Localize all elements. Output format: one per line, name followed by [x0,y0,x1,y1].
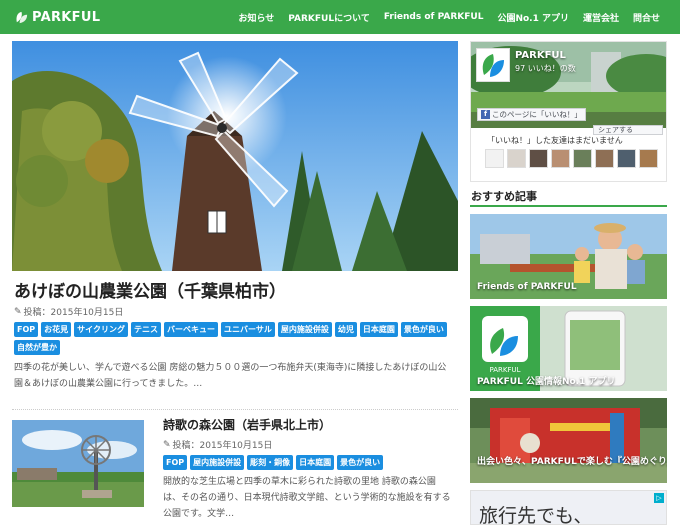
advertisement[interactable]: 旅行先でも、 ▷ [470,490,667,525]
facebook-friends-note: 「いいね！」した友達はまだいません [487,136,623,145]
post-tags: FOP 屋内施設併設 彫刻・銅像 日本庭園 景色が良い [163,455,458,470]
recommended-article[interactable]: Friends of PARKFUL [470,214,667,299]
fan-avatar[interactable] [573,149,592,168]
fan-avatar[interactable] [595,149,614,168]
section-rule [470,205,667,207]
recommended-section-title: おすすめ記事 [471,190,537,203]
featured-image-windmill[interactable] [12,41,458,271]
post-date: ✎ 投稿：2015年10月15日 [163,438,273,452]
facebook-cover-photo[interactable]: PARKFUL 97 いいね！の数 f このページに「いいね！」 [471,42,666,128]
facebook-share-button[interactable]: シェアする [593,125,663,135]
post-thumbnail-shiika[interactable] [12,420,144,507]
nav-item-app[interactable]: 公園No.1 アプリ [497,11,569,24]
tag-indoor[interactable]: 屋内施設併設 [277,322,332,337]
svg-text:PARKFUL: PARKFUL [489,366,520,374]
post-excerpt-line: 四季の花が美しい、学んで遊べる公園 房総の魅力５００選の一つ布施弁天(東海寺)に… [14,363,447,373]
main-nav: お知らせ PARKFULについて Friends of PARKFUL 公園No… [224,0,660,34]
site-logo-text: PARKFUL [32,9,101,25]
fan-avatar[interactable] [529,149,548,168]
fan-avatar[interactable] [485,149,504,168]
nav-item-news[interactable]: お知らせ [238,11,274,24]
post-excerpt-line: は、その名の通り、日本現代詩歌文学館、という学術的な施設を有する [163,493,451,503]
tag-toddler[interactable]: 幼児 [334,322,357,337]
facebook-page-avatar[interactable] [476,48,510,82]
pencil-icon: ✎ [14,306,22,317]
post-excerpt-line: 園＆あけぼの山農業公園に行ってきました。… [14,379,203,389]
site-header: PARKFUL お知らせ PARKFULについて Friends of PARK… [0,0,680,34]
pencil-icon: ✎ [163,439,171,450]
fan-avatar[interactable] [617,149,636,168]
post-excerpt: 開放的な芝生広場と四季の草木に彩られた詩歌の里地 詩歌の森公園 は、その名の通り… [163,474,463,522]
post-title[interactable]: 詩歌の森公園（岩手県北上市） [163,416,331,433]
facebook-f-icon: f [481,110,490,119]
ad-headline: 旅行先でも、 [479,505,593,525]
playground-photo [470,398,667,483]
tag-sculpture[interactable]: 彫刻・銅像 [247,455,294,470]
tag-bbq[interactable]: バーベキュー [163,322,218,337]
facebook-fan-faces [485,149,658,168]
tag-fop[interactable]: FOP [14,322,39,337]
post-excerpt-line: 開放的な芝生広場と四季の草木に彩られた詩歌の里地 詩歌の森公園 [163,477,436,487]
nav-item-about[interactable]: PARKFULについて [288,11,370,24]
fan-avatar[interactable] [551,149,570,168]
recommended-article[interactable]: 出会い色々、PARKFULで楽しむ『公園めぐり』 [470,398,667,483]
tag-japanese-garden[interactable]: 日本庭園 [296,455,335,470]
parkful-logo-icon [482,54,504,77]
tag-universal[interactable]: ユニバーサル [220,322,275,337]
post-date-text: 投稿：2015年10月15日 [23,308,124,318]
logo-leaf-icon [16,11,28,23]
shiika-park-photo [12,420,144,507]
tag-tennis[interactable]: テニス [130,322,161,337]
recommended-article-title: 出会い色々、PARKFULで楽しむ『公園めぐり』 [477,457,667,467]
fan-avatar[interactable] [639,149,658,168]
post-divider [12,409,458,410]
tag-ohanami[interactable]: お花見 [41,322,72,337]
post-tags: FOP お花見 サイクリング テニス バーベキュー ユニバーサル 屋内施設併設 … [14,322,460,355]
facebook-page-name[interactable]: PARKFUL [515,50,566,61]
ad-choices-icon[interactable]: ▷ [654,493,664,503]
nav-item-company[interactable]: 運営会社 [583,11,619,24]
tag-indoor[interactable]: 屋内施設併設 [190,455,245,470]
nav-item-friends[interactable]: Friends of PARKFUL [384,12,484,22]
post-date-text: 投稿：2015年10月15日 [172,441,273,451]
post-excerpt-line: 公園です。文学… [163,509,235,519]
tag-fop[interactable]: FOP [163,455,188,470]
nav-item-contact[interactable]: 問合せ [633,11,660,24]
recommended-article[interactable]: PARKFUL PARKFUL 公園情報No.1 アプリ [470,306,667,391]
facebook-like-button[interactable]: f このページに「いいね！」 [477,108,586,121]
facebook-like-button-label: このページに「いいね！」 [492,110,582,119]
windmill-photo [12,41,458,271]
tag-cycling[interactable]: サイクリング [74,322,128,337]
facebook-page-widget: PARKFUL 97 いいね！の数 f このページに「いいね！」 シェアする 「… [470,41,667,182]
recommended-article-title: PARKFUL 公園情報No.1 アプリ [477,377,616,387]
site-logo[interactable]: PARKFUL [14,8,100,26]
tag-japanese-garden[interactable]: 日本庭園 [359,322,398,337]
post-date: ✎ 投稿：2015年10月15日 [14,305,124,319]
tag-scenic[interactable]: 景色が良い [400,322,447,337]
facebook-like-count: 97 いいね！の数 [515,64,576,73]
post-title[interactable]: あけぼの山農業公園（千葉県柏市） [14,277,286,302]
tag-nature[interactable]: 自然が豊か [14,340,60,355]
tag-scenic[interactable]: 景色が良い [337,455,384,470]
fan-avatar[interactable] [507,149,526,168]
post-excerpt: 四季の花が美しい、学んで遊べる公園 房総の魅力５００選の一つ布施弁天(東海寺)に… [14,360,460,392]
recommended-article-title: Friends of PARKFUL [477,282,577,292]
